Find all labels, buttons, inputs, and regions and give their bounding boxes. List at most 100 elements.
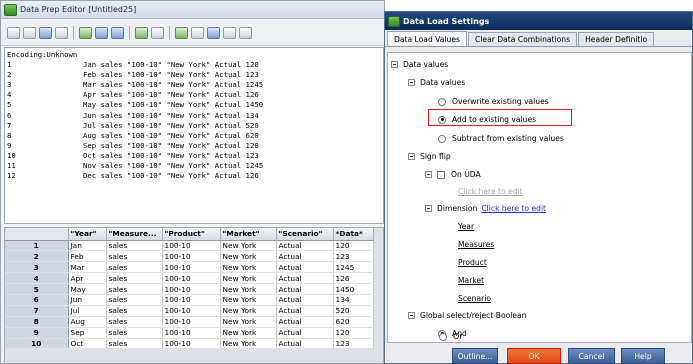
radio-add-existing[interactable]: Add to existing values bbox=[438, 113, 536, 126]
grid-cell[interactable]: New York bbox=[220, 261, 277, 274]
table-row[interactable]: 10 Oct sales 100-10 New York Actual 123 bbox=[5, 338, 374, 350]
column-header[interactable]: "Product" bbox=[162, 228, 221, 241]
radio-icon[interactable] bbox=[438, 134, 446, 143]
data-load-settings-icon[interactable] bbox=[151, 26, 164, 39]
table-row[interactable]: 3 Mar sales 100-10 New York Actual 1245 bbox=[5, 261, 374, 274]
grid-cell[interactable]: New York bbox=[220, 240, 277, 252]
dimension-edit-link[interactable]: Click here to edit bbox=[481, 204, 546, 213]
move-field-icon[interactable] bbox=[79, 26, 92, 39]
dimension-year[interactable]: Year bbox=[458, 220, 474, 233]
table-row[interactable]: 7 Jul sales 100-10 New York Actual 520 bbox=[5, 305, 374, 317]
dimension-build-settings-icon[interactable] bbox=[191, 26, 204, 39]
dimension-scenario[interactable]: Scenario bbox=[458, 292, 491, 305]
grid-cell[interactable]: 620 bbox=[333, 316, 374, 328]
outline-button[interactable]: Outline... bbox=[452, 348, 498, 364]
tab-data-load-values[interactable]: Data Load Values bbox=[387, 31, 467, 46]
collapse-icon[interactable] bbox=[408, 79, 415, 86]
row-number[interactable]: 3 bbox=[5, 261, 69, 274]
grid-cell[interactable]: sales bbox=[106, 272, 163, 285]
radio-or[interactable]: Or bbox=[439, 330, 463, 343]
grid-cell[interactable]: Mar bbox=[68, 261, 107, 274]
column-header[interactable]: "Market" bbox=[220, 228, 277, 241]
grid-cell[interactable]: 100-10 bbox=[162, 316, 221, 328]
reject-record-icon[interactable] bbox=[223, 26, 236, 39]
row-number[interactable]: 1 bbox=[5, 240, 69, 252]
ignore-field-icon[interactable] bbox=[39, 26, 52, 39]
collapse-icon[interactable] bbox=[425, 171, 432, 178]
field-grid-panel[interactable]: "Year" "Measure... "Product" "Market" "S… bbox=[4, 227, 384, 364]
grid-cell[interactable]: Jun bbox=[68, 294, 107, 306]
field-properties-icon[interactable] bbox=[135, 26, 148, 39]
column-header[interactable]: *Data* bbox=[333, 228, 374, 241]
grid-cell[interactable]: 126 bbox=[333, 272, 374, 285]
grid-cell[interactable]: Jan bbox=[68, 240, 107, 252]
grid-cell[interactable]: New York bbox=[220, 283, 277, 295]
record-text-area[interactable]: Encoding:Unknown 1 Jan sales "100-10" "Ne… bbox=[4, 47, 384, 224]
row-number[interactable]: 4 bbox=[5, 272, 69, 285]
grid-cell[interactable]: New York bbox=[220, 316, 277, 328]
grid-cell[interactable]: Actual bbox=[276, 338, 334, 350]
grid-cell[interactable]: Aug bbox=[68, 316, 107, 328]
grid-cell[interactable]: Actual bbox=[276, 305, 334, 317]
dimension-measures[interactable]: Measures bbox=[458, 238, 494, 251]
grid-cell[interactable]: Feb bbox=[68, 250, 107, 263]
grid-cell[interactable]: 123 bbox=[333, 338, 374, 350]
grid-cell[interactable]: Apr bbox=[68, 272, 107, 285]
help-button[interactable]: Help bbox=[621, 348, 665, 364]
grid-cell[interactable]: sales bbox=[106, 327, 163, 339]
collapse-icon[interactable] bbox=[408, 153, 415, 160]
grid-cell[interactable]: 100-10 bbox=[162, 272, 221, 285]
ok-button[interactable]: OK bbox=[507, 348, 561, 364]
join-fields-icon[interactable] bbox=[111, 26, 124, 39]
grid-cell[interactable]: New York bbox=[220, 327, 277, 339]
grid-cell[interactable]: 100-10 bbox=[162, 240, 221, 252]
grid-cell[interactable]: sales bbox=[106, 305, 163, 317]
row-number[interactable]: 10 bbox=[5, 338, 69, 350]
table-row[interactable]: 8 Aug sales 100-10 New York Actual 620 bbox=[5, 316, 374, 328]
text-icon[interactable] bbox=[55, 26, 68, 39]
dimension-product[interactable]: Product bbox=[458, 256, 487, 269]
grid-cell[interactable]: sales bbox=[106, 240, 163, 252]
grid-cell[interactable]: Sep bbox=[68, 327, 107, 339]
grid-cell[interactable]: May bbox=[68, 283, 107, 295]
grid-cell[interactable]: 123 bbox=[333, 250, 374, 263]
grid-cell[interactable]: 1450 bbox=[333, 283, 374, 295]
grid-cell[interactable]: sales bbox=[106, 283, 163, 295]
checkbox-icon[interactable] bbox=[437, 170, 445, 179]
collapse-icon[interactable] bbox=[408, 312, 415, 319]
grid-cell[interactable]: sales bbox=[106, 250, 163, 263]
grid-cell[interactable]: 100-10 bbox=[162, 338, 221, 350]
grid-cell[interactable]: Jul bbox=[68, 305, 107, 317]
row-number[interactable]: 5 bbox=[5, 283, 69, 295]
grid-cell[interactable]: Actual bbox=[276, 272, 334, 285]
grid-cell[interactable]: Actual bbox=[276, 250, 334, 263]
data-load-icon[interactable] bbox=[23, 26, 36, 39]
grid-cell[interactable]: New York bbox=[220, 272, 277, 285]
grid-cell[interactable]: sales bbox=[106, 261, 163, 274]
grid-cell[interactable]: 520 bbox=[333, 305, 374, 317]
grid-cell[interactable]: New York bbox=[220, 338, 277, 350]
table-row[interactable]: 5 May sales 100-10 New York Actual 1450 bbox=[5, 283, 374, 295]
split-field-icon[interactable] bbox=[95, 26, 108, 39]
grid-cell[interactable]: sales bbox=[106, 294, 163, 306]
grid-cell[interactable]: Actual bbox=[276, 316, 334, 328]
radio-overwrite-existing[interactable]: Overwrite existing values bbox=[438, 95, 549, 108]
replace-icon[interactable] bbox=[239, 26, 252, 39]
grid-cell[interactable]: 120 bbox=[333, 240, 374, 252]
column-header[interactable]: "Year" bbox=[68, 228, 107, 241]
radio-icon[interactable] bbox=[438, 97, 446, 106]
table-row[interactable]: 6 Jun sales 100-10 New York Actual 134 bbox=[5, 294, 374, 306]
column-header[interactable]: "Scenario" bbox=[276, 228, 334, 241]
row-number[interactable]: 9 bbox=[5, 327, 69, 339]
collapse-icon[interactable] bbox=[391, 61, 398, 68]
row-number[interactable]: 8 bbox=[5, 316, 69, 328]
grid-cell[interactable]: 1245 bbox=[333, 261, 374, 274]
tab-clear-data-combinations[interactable]: Clear Data Combinations bbox=[468, 32, 578, 46]
radio-icon[interactable] bbox=[439, 332, 447, 341]
uda-edit-link[interactable]: Click here to edit bbox=[458, 187, 523, 196]
grid-cell[interactable]: New York bbox=[220, 250, 277, 263]
grid-cell[interactable]: sales bbox=[106, 316, 163, 328]
grid-cell[interactable]: Actual bbox=[276, 327, 334, 339]
tab-header-definition[interactable]: Header Definitio bbox=[578, 32, 655, 46]
dimension-market[interactable]: Market bbox=[458, 274, 484, 287]
